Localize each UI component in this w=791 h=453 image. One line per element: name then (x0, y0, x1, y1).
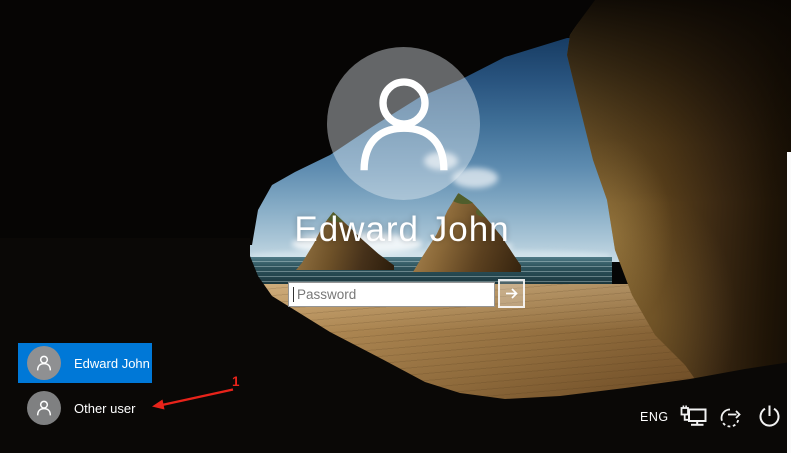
user-tile-other-user[interactable]: Other user (18, 388, 152, 428)
user-tile-label: Edward John (74, 356, 150, 371)
user-avatar-small (27, 346, 61, 380)
user-avatar-large (327, 47, 480, 200)
signed-in-username: Edward John (294, 210, 509, 250)
power-icon (757, 404, 782, 430)
ease-of-access-icon (718, 404, 744, 430)
windows-login-screen: Edward John Edward John Other user (0, 0, 791, 453)
language-indicator[interactable]: ENG (640, 410, 669, 424)
person-icon (34, 353, 54, 373)
screenshot-edge-strip (787, 152, 791, 453)
password-input[interactable] (288, 282, 495, 307)
power-button[interactable] (756, 403, 783, 431)
text-caret (293, 287, 294, 302)
network-icon (680, 405, 707, 429)
submit-password-button[interactable] (498, 279, 525, 308)
person-icon (34, 398, 54, 418)
password-field-wrap (288, 282, 495, 307)
system-tray: ENG (640, 402, 783, 432)
arrow-right-icon (504, 287, 519, 300)
annotation-number: 1 (232, 374, 240, 389)
user-tile-label: Other user (74, 401, 135, 416)
user-avatar-small (27, 391, 61, 425)
network-button[interactable] (680, 403, 707, 431)
person-icon (341, 61, 467, 187)
user-tile-edward-john[interactable]: Edward John (18, 343, 152, 383)
ease-of-access-button[interactable] (718, 403, 745, 431)
